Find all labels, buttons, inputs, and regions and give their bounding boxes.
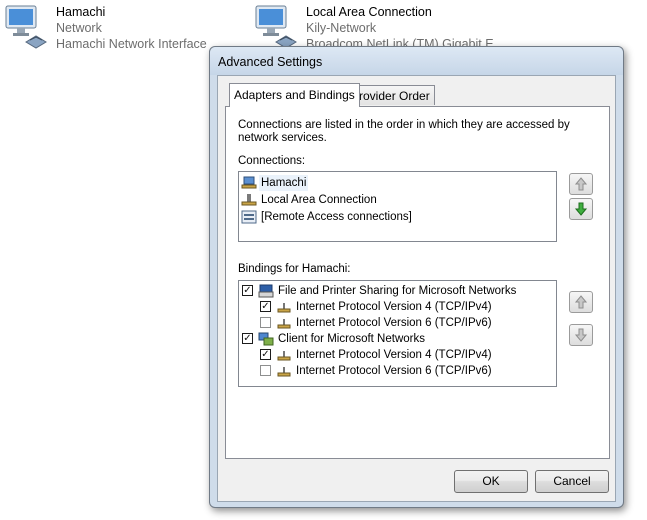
binding-checkbox[interactable] [260, 317, 271, 328]
arrow-down-icon [575, 202, 587, 216]
protocol-icon [277, 351, 291, 361]
advanced-settings-dialog: Advanced Settings Adapters and Bindings … [209, 46, 624, 508]
binding-label: Internet Protocol Version 4 (TCP/IPv4) [296, 301, 492, 313]
printer-sharing-icon [258, 284, 274, 298]
binding-label: Internet Protocol Version 6 (TCP/IPv6) [296, 317, 492, 329]
connection-label: Hamachi [259, 175, 309, 191]
binding-label: Internet Protocol Version 4 (TCP/IPv4) [296, 349, 492, 361]
binding-checkbox[interactable]: ✓ [260, 349, 271, 360]
network-adapter-icon [5, 5, 47, 49]
description-line-2: network services. [238, 132, 327, 144]
ok-button[interactable]: OK [454, 470, 528, 493]
adapter-name: Local Area Connection [306, 5, 432, 19]
arrow-up-icon [575, 177, 587, 191]
remote-access-icon [241, 210, 257, 224]
arrow-up-icon [575, 295, 587, 309]
protocol-icon [277, 367, 291, 377]
network-adapter-icon [255, 5, 297, 49]
move-connection-down-button[interactable] [569, 198, 593, 220]
move-connection-up-button[interactable] [569, 173, 593, 195]
connection-label: Local Area Connection [261, 194, 377, 206]
connections-list[interactable]: Hamachi Local Area Connection [Remote Ac… [238, 171, 557, 242]
tab-adapters-and-bindings[interactable]: Adapters and Bindings [229, 83, 360, 107]
binding-label: Internet Protocol Version 6 (TCP/IPv6) [296, 365, 492, 377]
adapter-hamachi[interactable]: Hamachi Network Hamachi Network Interfac… [4, 0, 209, 52]
binding-checkbox[interactable]: ✓ [242, 333, 253, 344]
adapter-device: Hamachi Network Interface [56, 37, 207, 51]
adapter-name: Hamachi [56, 5, 106, 19]
bindings-list[interactable]: ✓ File and Printer Sharing for Microsoft… [238, 280, 557, 387]
dialog-client-area: Adapters and Bindings Provider Order Con… [217, 75, 616, 502]
binding-label: Client for Microsoft Networks [278, 333, 425, 345]
network-adapter-icon [241, 194, 257, 206]
adapters-and-bindings-panel: Connections are listed in the order in w… [225, 106, 610, 459]
move-binding-down-button[interactable] [569, 324, 593, 346]
protocol-icon [277, 303, 291, 313]
binding-checkbox[interactable] [260, 365, 271, 376]
bindings-label: Bindings for Hamachi: [238, 263, 351, 275]
cancel-button[interactable]: Cancel [535, 470, 609, 493]
desktop-window: Hamachi Network Hamachi Network Interfac… [0, 0, 647, 520]
dialog-title-bar[interactable]: Advanced Settings [210, 47, 623, 75]
network-client-icon [258, 332, 274, 346]
binding-label: File and Printer Sharing for Microsoft N… [278, 285, 517, 297]
protocol-icon [277, 319, 291, 329]
adapter-status: Kily-Network [306, 21, 377, 35]
connections-label: Connections: [238, 155, 306, 167]
connection-label: [Remote Access connections] [261, 211, 412, 223]
network-adapter-icon [241, 176, 257, 189]
binding-checkbox[interactable]: ✓ [242, 285, 253, 296]
binding-checkbox[interactable]: ✓ [260, 301, 271, 312]
dialog-title: Advanced Settings [218, 55, 323, 69]
arrow-down-icon [575, 328, 587, 342]
adapter-local-area-connection[interactable]: Local Area Connection Kily-Network Broad… [254, 0, 514, 52]
description-line-1: Connections are listed in the order in w… [238, 119, 570, 131]
adapter-status: Network [56, 21, 102, 35]
move-binding-up-button[interactable] [569, 291, 593, 313]
